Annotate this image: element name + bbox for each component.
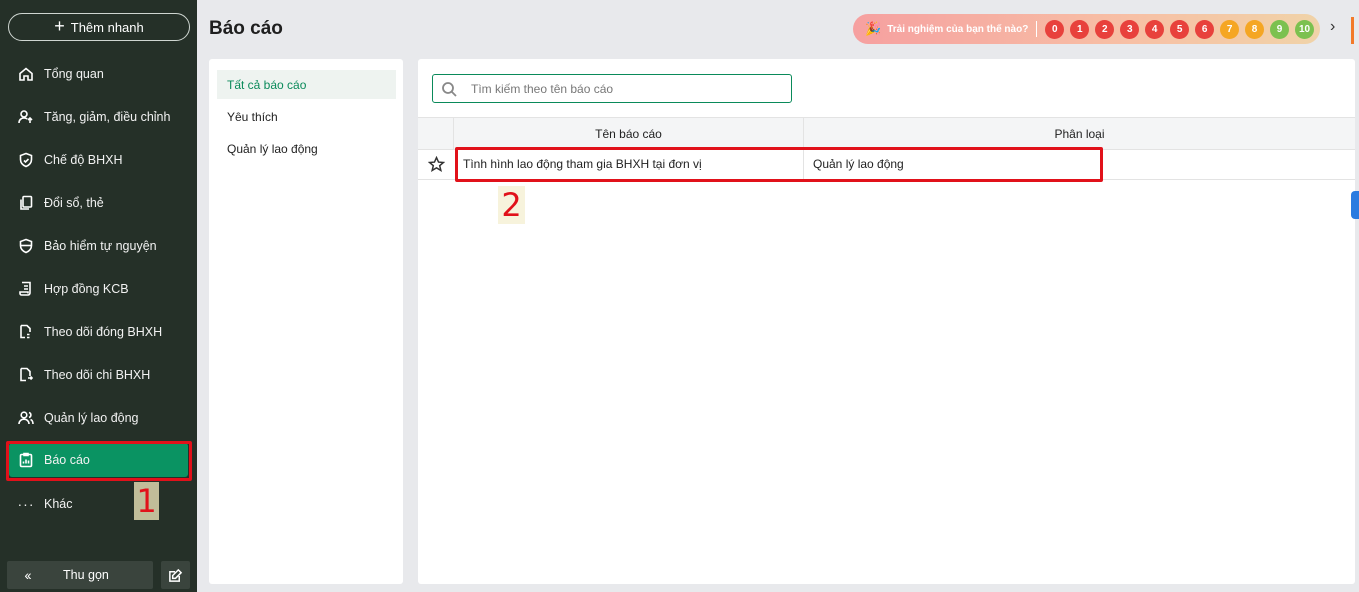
header-category[interactable]: Phân loại: [804, 118, 1355, 149]
double-chevron-left-icon: ‹‹: [24, 567, 31, 583]
quick-add-label: Thêm nhanh: [70, 19, 144, 35]
score-4[interactable]: 4: [1145, 19, 1165, 39]
contract-icon: [18, 281, 34, 297]
rating-question: Trải nghiệm của bạn thế nào?: [887, 23, 1029, 35]
sidebar-item-label: Chế độ BHXH: [44, 152, 123, 167]
score-3[interactable]: 3: [1120, 19, 1140, 39]
sidebar-item-che-do[interactable]: Chế độ BHXH: [0, 138, 197, 181]
search-input[interactable]: [471, 81, 771, 96]
shield-check-icon: [18, 238, 34, 254]
sidebar-item-theo-doi-dong[interactable]: Theo dõi đóng BHXH: [0, 310, 197, 353]
sidebar-item-label: Khác: [44, 496, 73, 511]
users-icon: [18, 410, 34, 426]
edit-icon: [169, 568, 183, 582]
collapse-label: Thu gọn: [63, 568, 109, 582]
score-2[interactable]: 2: [1095, 19, 1115, 39]
payment-doc-icon: [18, 367, 34, 383]
sidebar-item-khac[interactable]: ··· Khác: [0, 482, 197, 525]
collapse-button[interactable]: ‹‹ Thu gọn: [7, 561, 153, 589]
more-icon: ···: [17, 495, 35, 512]
highlight-box-reports: [6, 441, 192, 481]
quick-add-button[interactable]: + Thêm nhanh: [8, 13, 190, 41]
sidebar-item-label: Bảo hiểm tự nguyện: [44, 238, 157, 253]
header-report-name[interactable]: Tên báo cáo: [454, 118, 804, 149]
category-favorites[interactable]: Yêu thích: [217, 102, 396, 131]
rating-bar: 🎉 Trải nghiệm của bạn thế nào? 0 1 2 3 4…: [853, 14, 1320, 44]
sidebar-item-doi-so[interactable]: Đổi sổ, thẻ: [0, 181, 197, 224]
side-expand-tab[interactable]: [1351, 191, 1359, 219]
category-all-reports[interactable]: Tất cả báo cáo: [217, 70, 396, 99]
annotation-number-1: 1: [134, 482, 159, 520]
sidebar-item-tong-quan[interactable]: Tổng quan: [0, 52, 197, 95]
score-7[interactable]: 7: [1220, 19, 1240, 39]
report-list-panel: Tên báo cáo Phân loại Tình hình lao động…: [418, 59, 1355, 584]
search-icon: [442, 81, 457, 97]
category-labor-management[interactable]: Quản lý lao động: [217, 134, 396, 163]
plus-icon: +: [54, 16, 65, 36]
header-favorite-col: [418, 118, 454, 149]
sidebar-item-tu-nguyen[interactable]: Bảo hiểm tự nguyện: [0, 224, 197, 267]
sidebar-item-hop-dong[interactable]: Hợp đồng KCB: [0, 267, 197, 310]
party-icon: 🎉: [865, 21, 882, 36]
rating-separator: [1036, 21, 1038, 37]
sidebar-item-label: Đổi sổ, thẻ: [44, 195, 104, 210]
sidebar-item-label: Tăng, giảm, điều chỉnh: [44, 109, 171, 124]
annotation-number-2: 2: [498, 186, 525, 224]
home-icon: [18, 66, 34, 82]
report-category-panel: Tất cả báo cáo Yêu thích Quản lý lao độn…: [209, 59, 403, 584]
score-1[interactable]: 1: [1070, 19, 1090, 39]
favorite-toggle[interactable]: [418, 150, 454, 179]
shield-heart-icon: [18, 152, 34, 168]
documents-icon: [18, 195, 34, 211]
edit-button[interactable]: [161, 561, 190, 589]
highlight-box-report-row: [455, 147, 1103, 182]
sidebar-item-tang-giam[interactable]: Tăng, giảm, điều chỉnh: [0, 95, 197, 138]
sidebar-item-label: Tổng quan: [44, 66, 104, 81]
score-0[interactable]: 0: [1045, 19, 1065, 39]
user-arrow-icon: [18, 109, 34, 125]
c12-doc-icon: [18, 324, 34, 340]
sidebar-item-label: Theo dõi đóng BHXH: [44, 324, 163, 339]
page-title: Báo cáo: [209, 18, 283, 39]
sidebar-item-label: Theo dõi chi BHXH: [44, 367, 151, 382]
sidebar-item-label: Hợp đồng KCB: [44, 281, 129, 296]
search-box: [432, 74, 792, 103]
sidebar: + Thêm nhanh Tổng quan Tăng, giảm, điều …: [0, 0, 197, 592]
sidebar-item-label: Quản lý lao động: [44, 410, 139, 425]
star-icon: [427, 156, 445, 172]
score-8[interactable]: 8: [1245, 19, 1265, 39]
sidebar-item-theo-doi-chi[interactable]: Theo dõi chi BHXH: [0, 353, 197, 396]
score-6[interactable]: 6: [1195, 19, 1215, 39]
chevron-right-icon[interactable]: ›: [1330, 18, 1335, 36]
score-9[interactable]: 9: [1270, 19, 1290, 39]
score-10[interactable]: 10: [1295, 19, 1314, 39]
table-header: Tên báo cáo Phân loại: [418, 117, 1355, 150]
score-5[interactable]: 5: [1170, 19, 1190, 39]
sidebar-item-quan-ly-lao-dong[interactable]: Quản lý lao động: [0, 396, 197, 439]
accent-bar: [1351, 17, 1354, 44]
